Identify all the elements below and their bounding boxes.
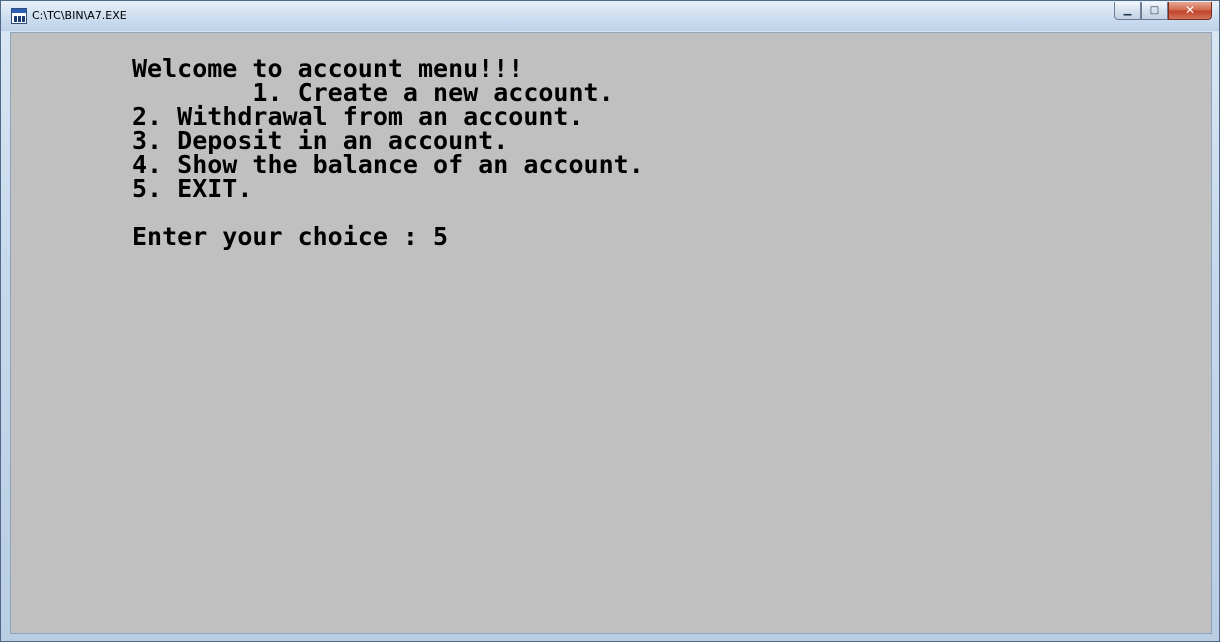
menu-option-exit: 5. EXIT. — [132, 174, 253, 203]
title-bar[interactable]: C:\TC\BIN\A7.EXE ▁ □ ✕ — [1, 1, 1219, 31]
console-window: C:\TC\BIN\A7.EXE ▁ □ ✕ Welcome to accoun… — [0, 0, 1220, 642]
window-title: C:\TC\BIN\A7.EXE — [32, 9, 127, 22]
close-button[interactable]: ✕ — [1168, 2, 1212, 20]
maximize-button[interactable]: □ — [1141, 2, 1168, 20]
dos-program-icon[interactable] — [11, 8, 27, 24]
close-icon: ✕ — [1184, 3, 1196, 17]
choice-prompt-line: Enter your choice : 5 — [132, 222, 449, 251]
maximize-icon: □ — [1149, 5, 1160, 16]
console-output-area[interactable]: Welcome to account menu!!! 1. Create a n… — [10, 32, 1212, 634]
minimize-button[interactable]: ▁ — [1114, 2, 1141, 20]
minimize-icon: ▁ — [1123, 5, 1132, 16]
